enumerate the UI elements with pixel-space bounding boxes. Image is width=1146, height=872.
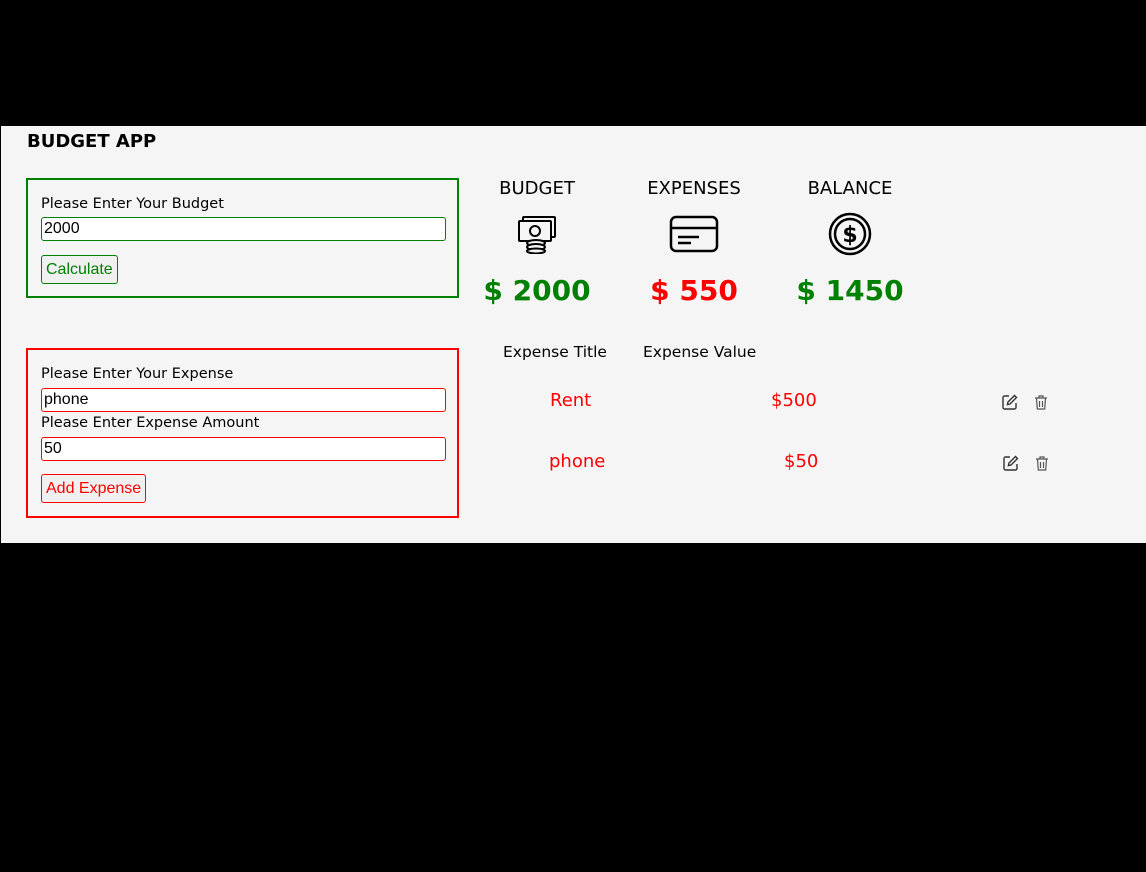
calculate-button[interactable]: Calculate	[41, 255, 118, 284]
expense-title-label: Please Enter Your Expense	[41, 366, 234, 382]
budget-summary: BUDGET $ 2000	[462, 178, 612, 307]
balance-summary: BALANCE $ $ 1450	[775, 178, 925, 307]
expense-value-header: Expense Value	[643, 343, 757, 361]
expenses-summary: EXPENSES $ 550	[619, 178, 769, 307]
budget-summary-value: $ 2000	[483, 274, 591, 307]
expenses-summary-label: EXPENSES	[647, 178, 741, 199]
balance-summary-value: $ 1450	[796, 274, 904, 307]
budget-label: Please Enter Your Budget	[41, 196, 224, 212]
budget-summary-label: BUDGET	[499, 178, 575, 199]
trash-icon[interactable]	[1033, 393, 1053, 413]
edit-icon[interactable]	[1001, 393, 1021, 413]
svg-text:$: $	[842, 223, 857, 248]
expense-amount-input[interactable]	[41, 437, 446, 461]
expense-row: phone $50	[471, 451, 1091, 481]
expense-form: Please Enter Your Expense Please Enter E…	[26, 348, 459, 518]
expense-amount-label: Please Enter Expense Amount	[41, 415, 260, 431]
app-title: BUDGET APP	[27, 131, 157, 152]
budget-app: BUDGET APP Please Enter Your Budget Calc…	[1, 126, 1146, 543]
dollar-coin-icon: $	[775, 202, 925, 266]
expense-row: Rent $500	[471, 390, 1091, 420]
expense-row-value: $500	[771, 390, 817, 411]
budget-input[interactable]	[41, 217, 446, 241]
expenses-summary-value: $ 550	[650, 274, 738, 307]
edit-icon[interactable]	[1002, 454, 1022, 474]
expense-title-input[interactable]	[41, 388, 446, 412]
expense-title-header: Expense Title	[503, 343, 607, 361]
money-icon	[462, 202, 612, 266]
expense-row-title: phone	[549, 451, 606, 472]
balance-summary-label: BALANCE	[807, 178, 893, 199]
expense-row-value: $50	[784, 451, 819, 472]
trash-icon[interactable]	[1034, 454, 1054, 474]
budget-form: Please Enter Your Budget Calculate	[26, 178, 459, 298]
credit-card-icon	[619, 202, 769, 266]
expense-row-title: Rent	[550, 390, 592, 411]
add-expense-button[interactable]: Add Expense	[41, 474, 147, 503]
